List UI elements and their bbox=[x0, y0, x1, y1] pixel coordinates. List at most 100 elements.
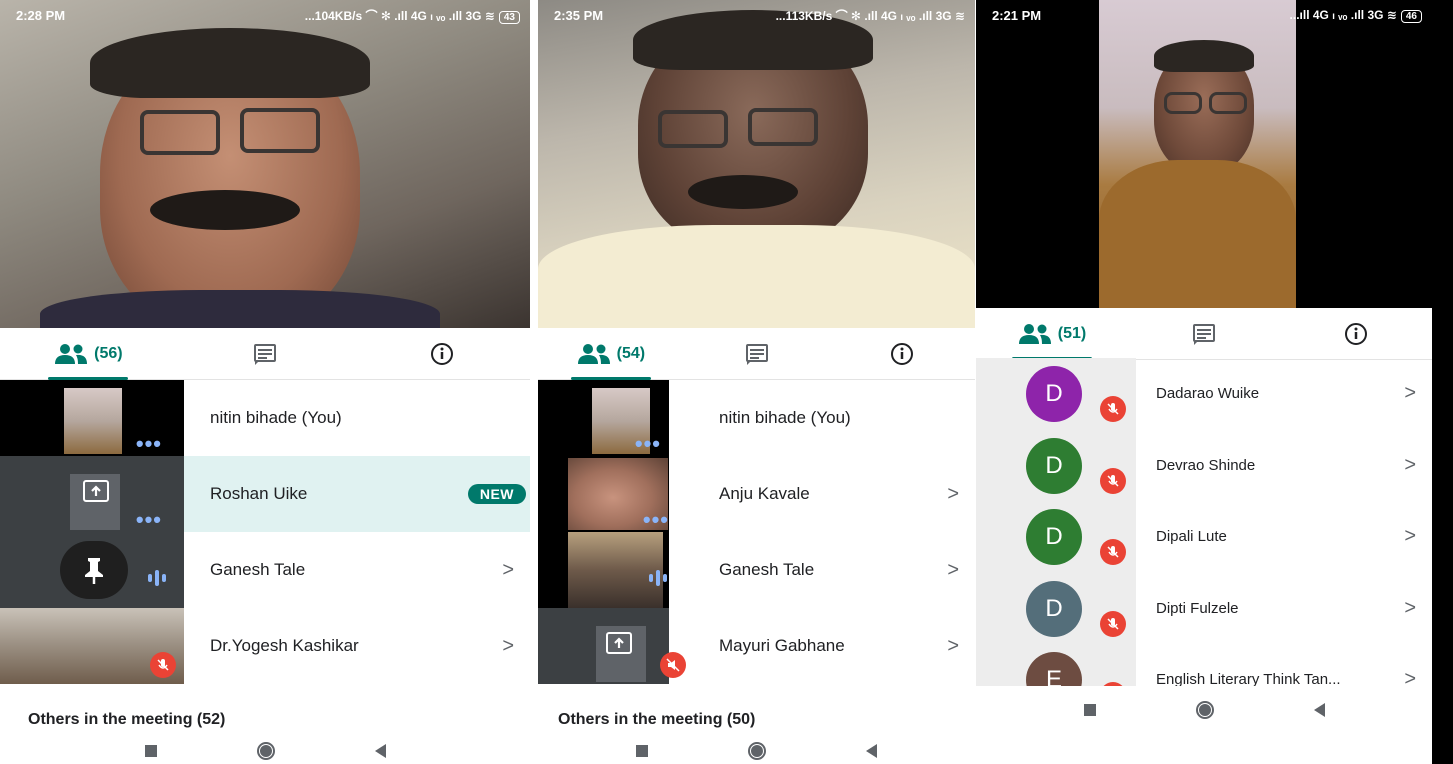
participant-row[interactable]: D Dipali Lute > bbox=[976, 501, 1432, 573]
tab-chat[interactable] bbox=[684, 328, 830, 379]
status-time: 2:21 PM bbox=[992, 7, 1042, 23]
participant-name: nitin bihade (You) bbox=[719, 408, 851, 427]
chevron-right-icon[interactable]: > bbox=[1404, 597, 1432, 620]
chevron-right-icon[interactable]: > bbox=[1404, 525, 1432, 548]
chat-icon bbox=[254, 343, 276, 365]
participant-name: Dipali Lute bbox=[1156, 528, 1227, 546]
tab-info[interactable] bbox=[353, 328, 530, 379]
recents-button[interactable] bbox=[144, 745, 157, 757]
people-count: (51) bbox=[1057, 324, 1087, 342]
audio-level-icon bbox=[649, 570, 667, 586]
share-screen-icon bbox=[83, 480, 109, 502]
recents-button[interactable] bbox=[1083, 704, 1096, 716]
chevron-right-icon[interactable]: > bbox=[502, 635, 530, 658]
participant-list: ••• nitin bihade (You) ••• Roshan Uike N… bbox=[0, 380, 530, 684]
new-badge: NEW bbox=[467, 484, 526, 504]
mic-off-icon bbox=[150, 652, 176, 678]
status-time: 2:35 PM bbox=[554, 7, 604, 23]
participant-tile bbox=[538, 532, 669, 608]
chevron-right-icon[interactable]: > bbox=[502, 559, 530, 582]
participant-tile: ••• bbox=[0, 456, 184, 532]
tab-people[interactable]: (54) bbox=[538, 328, 684, 379]
android-nav-bar bbox=[976, 686, 1432, 734]
participant-row[interactable]: Ganesh Tale > bbox=[538, 532, 975, 608]
participant-tile bbox=[0, 532, 184, 608]
participant-list: D Dadarao Wuike > D Devrao Shinde > D Di… bbox=[976, 358, 1432, 686]
status-indicators: ...ıll 4G ₗ ᵥₒ .ıll 3G ≋ bbox=[1289, 7, 1397, 22]
mic-off-icon bbox=[1100, 467, 1126, 494]
main-video[interactable] bbox=[538, 0, 975, 328]
people-count: (54) bbox=[616, 344, 646, 362]
chat-icon bbox=[745, 343, 768, 365]
tab-chat[interactable] bbox=[177, 328, 354, 379]
avatar: D bbox=[1026, 437, 1082, 494]
main-video[interactable] bbox=[0, 0, 530, 328]
avatar: D bbox=[1026, 580, 1082, 637]
participant-tile: ••• bbox=[0, 380, 184, 456]
participant-row[interactable]: D Dipti Fulzele > bbox=[976, 572, 1432, 644]
participant-row[interactable]: D Devrao Shinde > bbox=[976, 429, 1432, 501]
participant-video-thumb bbox=[64, 388, 122, 454]
chevron-right-icon[interactable]: > bbox=[1404, 668, 1432, 686]
tab-bar: (56) bbox=[0, 328, 530, 380]
participant-row[interactable]: Dr.Yogesh Kashikar > bbox=[0, 608, 530, 684]
tab-bar: (54) bbox=[538, 328, 975, 380]
audio-level-icon bbox=[148, 570, 166, 586]
meeting-screen-1: 2:28 PM ...104KB/s ⌒ ✻ .ıll 4G ₗ ᵥₒ .ıll… bbox=[0, 0, 530, 764]
status-time: 2:28 PM bbox=[16, 7, 66, 23]
chevron-right-icon[interactable]: > bbox=[947, 559, 975, 582]
status-indicators: ...113KB/s ⌒ ✻ .ıll 4G ₗ ᵥₒ .ıll 3G ≋ bbox=[775, 8, 965, 23]
tab-chat[interactable] bbox=[1128, 308, 1280, 359]
others-in-meeting-header: Others in the meeting (50) bbox=[558, 711, 756, 728]
participant-row[interactable]: ••• Anju Kavale > bbox=[538, 456, 975, 532]
back-button[interactable] bbox=[374, 744, 386, 758]
participant-row[interactable]: Ganesh Tale > bbox=[0, 532, 530, 608]
recents-button[interactable] bbox=[636, 745, 648, 757]
chevron-right-icon[interactable]: > bbox=[1404, 454, 1432, 477]
participant-row[interactable]: ••• Roshan Uike NEW bbox=[0, 456, 530, 532]
main-video[interactable] bbox=[976, 0, 1432, 308]
meeting-screen-3: 2:21 PM ...ıll 4G ₗ ᵥₒ .ıll 3G ≋ 46 (51) … bbox=[976, 0, 1432, 740]
info-icon bbox=[891, 342, 914, 365]
participant-name: Dadarao Wuike bbox=[1156, 385, 1260, 403]
people-icon bbox=[577, 343, 610, 364]
participant-tile: ••• bbox=[538, 380, 669, 456]
battery-icon: 46 bbox=[1400, 9, 1422, 23]
participant-name: Mayuri Gabhane bbox=[719, 636, 845, 655]
pin-icon bbox=[85, 558, 103, 584]
tab-people[interactable]: (51) bbox=[976, 308, 1128, 359]
participant-row[interactable]: ••• nitin bihade (You) bbox=[538, 380, 975, 456]
participant-row[interactable]: D Dadarao Wuike > bbox=[976, 358, 1432, 430]
avatar: E bbox=[1026, 652, 1082, 686]
battery-icon: 43 bbox=[498, 10, 520, 24]
participant-tile bbox=[0, 608, 184, 684]
tab-info[interactable] bbox=[1280, 308, 1432, 359]
tab-info[interactable] bbox=[829, 328, 975, 379]
chevron-right-icon[interactable]: > bbox=[947, 483, 975, 506]
back-button[interactable] bbox=[1313, 703, 1325, 717]
participant-row[interactable]: Mayuri Gabhane > bbox=[538, 608, 975, 684]
home-button[interactable] bbox=[256, 742, 275, 760]
others-in-meeting-header: Others in the meeting (52) bbox=[28, 711, 226, 728]
participant-name: Anju Kavale bbox=[719, 484, 810, 503]
participant-name: nitin bihade (You) bbox=[210, 408, 342, 427]
mic-off-icon bbox=[1100, 396, 1126, 422]
status-indicators: ...104KB/s ⌒ ✻ .ıll 4G ₗ ᵥₒ .ıll 3G ≋ bbox=[304, 8, 495, 23]
volume-off-icon bbox=[660, 652, 686, 678]
home-button[interactable] bbox=[1195, 701, 1214, 719]
participant-name: Dipti Fulzele bbox=[1156, 599, 1239, 617]
chat-icon bbox=[1193, 323, 1215, 345]
participant-name: Devrao Shinde bbox=[1156, 456, 1256, 474]
tab-bar: (51) bbox=[976, 308, 1432, 360]
back-button[interactable] bbox=[866, 744, 877, 758]
chevron-right-icon[interactable]: > bbox=[947, 635, 975, 658]
tab-people[interactable]: (56) bbox=[0, 328, 177, 379]
avatar: D bbox=[1026, 509, 1082, 565]
home-button[interactable] bbox=[748, 742, 766, 760]
participant-row[interactable]: ••• nitin bihade (You) bbox=[0, 380, 530, 456]
participant-row[interactable]: E English Literary Think Tan... > bbox=[976, 644, 1432, 686]
participant-list: ••• nitin bihade (You) ••• Anju Kavale >… bbox=[538, 380, 975, 684]
chevron-right-icon[interactable]: > bbox=[1404, 382, 1432, 405]
status-bar: 2:35 PM ...113KB/s ⌒ ✻ .ıll 4G ₗ ᵥₒ .ıll… bbox=[538, 0, 975, 30]
pin-button[interactable] bbox=[60, 541, 128, 599]
